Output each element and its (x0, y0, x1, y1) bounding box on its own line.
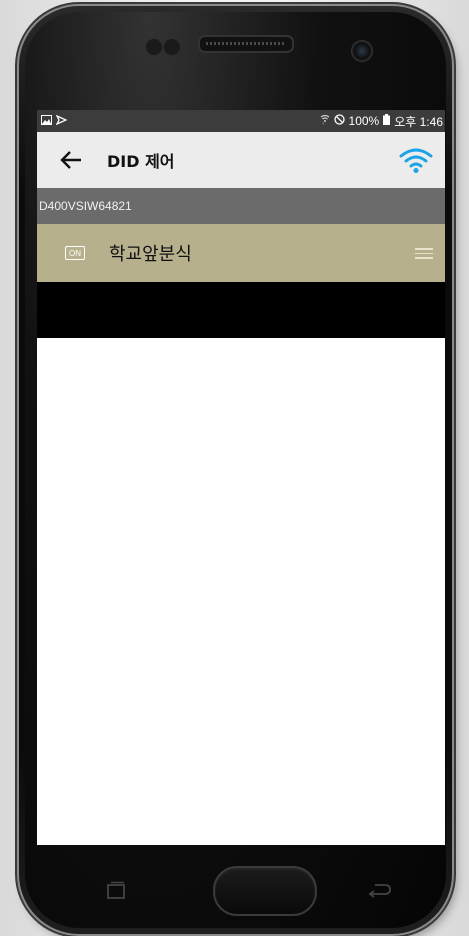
home-button[interactable] (213, 866, 317, 916)
nav-bar (37, 845, 445, 931)
image-icon (41, 114, 52, 128)
back-button[interactable] (49, 132, 93, 188)
app-bar: DID 제어 (37, 132, 445, 188)
wifi-status-icon: ? (320, 114, 330, 128)
front-camera (351, 40, 373, 62)
no-signal-icon (333, 114, 345, 128)
earpiece-speaker (198, 35, 294, 53)
black-band (37, 282, 445, 338)
content-area (37, 338, 445, 845)
status-bar: ? 100% 오후 1:46 (37, 110, 445, 132)
list-item-label: 학교앞분식 (109, 244, 192, 265)
device-id: D400VSIW64821 (39, 199, 132, 213)
device-id-bar: D400VSIW64821 (37, 188, 445, 224)
back-arrow-icon[interactable] (367, 881, 393, 899)
clock: 오후 1:46 (394, 114, 443, 129)
drag-handle-icon[interactable] (415, 248, 433, 262)
screen: ? 100% 오후 1:46 DID 제어 D400VSIW64821 ON 학… (37, 110, 445, 845)
list-item[interactable]: ON 학교앞분식 (37, 224, 445, 282)
battery-percent: 100% (348, 114, 380, 128)
page-title: DID 제어 (107, 152, 175, 171)
sensor-dot (145, 38, 163, 56)
sensor-dot (163, 38, 181, 56)
on-status-icon: ON (65, 246, 85, 260)
battery-icon (383, 114, 391, 128)
arrow-left-icon (60, 151, 81, 169)
recent-apps-icon[interactable] (105, 881, 127, 901)
wifi-button[interactable] (399, 146, 433, 174)
wifi-icon (399, 148, 433, 173)
cast-icon (55, 114, 68, 128)
